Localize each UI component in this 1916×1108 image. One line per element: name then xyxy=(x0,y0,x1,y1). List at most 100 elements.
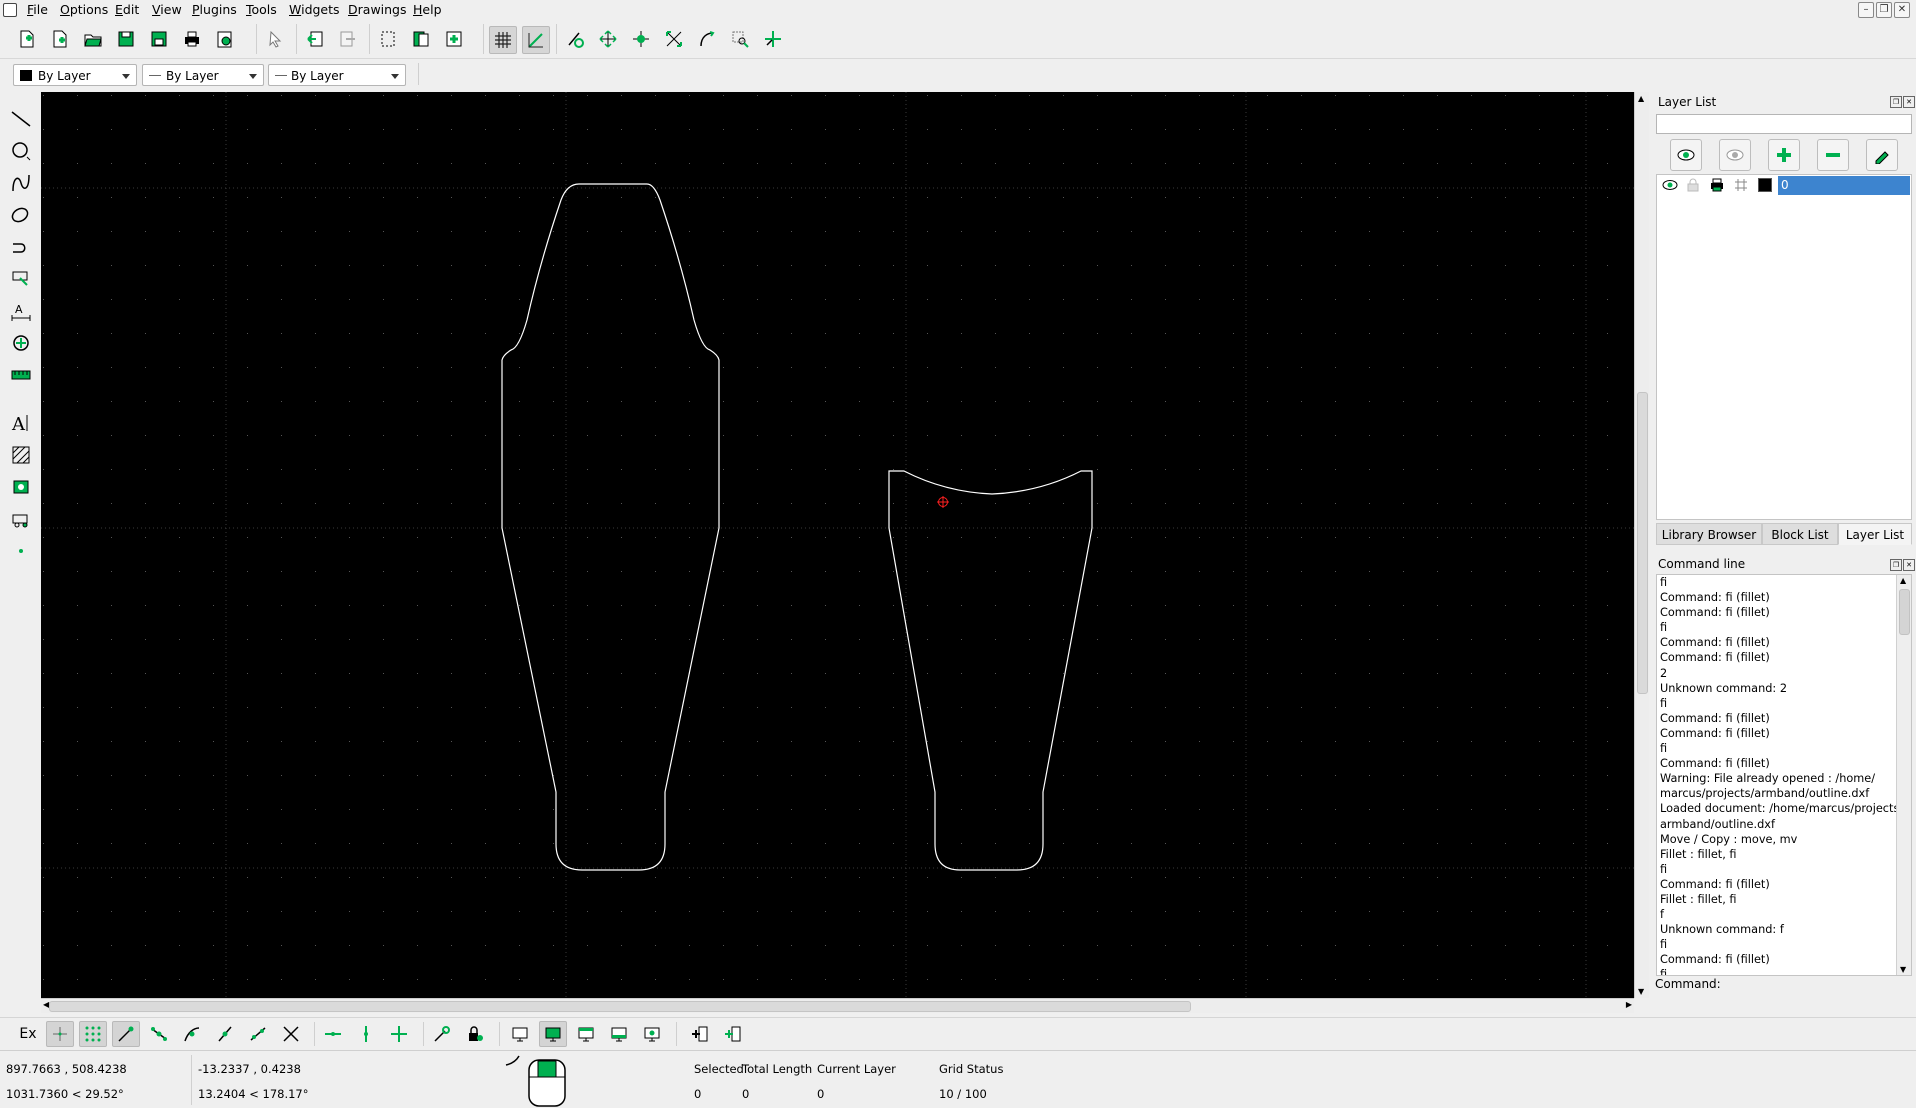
select-pointer-button[interactable] xyxy=(262,26,288,52)
scroll-up-icon[interactable]: ▲ xyxy=(1638,94,1644,103)
layer-filter-input[interactable] xyxy=(1656,114,1912,134)
command-input[interactable]: Command: xyxy=(1652,977,1916,993)
scroll-down-icon[interactable]: ▼ xyxy=(1638,987,1644,996)
print-button[interactable] xyxy=(179,26,205,52)
zoom-pan-button[interactable] xyxy=(760,26,786,52)
remove-layer-button[interactable] xyxy=(1817,139,1849,171)
new-from-template-button[interactable] xyxy=(47,26,73,52)
scroll-right-icon[interactable]: ▶ xyxy=(1626,1000,1632,1009)
paste-button[interactable] xyxy=(441,26,467,52)
tab-block-list[interactable]: Block List xyxy=(1762,523,1838,545)
select-window-button[interactable] xyxy=(375,26,401,52)
snap-intersection-button[interactable] xyxy=(277,1021,305,1047)
lock-relative-zero-button[interactable] xyxy=(461,1021,489,1047)
menu-widgets[interactable]: Widgets xyxy=(289,2,340,17)
snap-free-button[interactable] xyxy=(46,1021,74,1047)
vertical-scroll-thumb[interactable] xyxy=(1637,392,1648,694)
minimize-button[interactable]: – xyxy=(1858,2,1874,18)
select-tool-button[interactable] xyxy=(7,266,35,292)
scroll-up-icon[interactable]: ▲ xyxy=(1900,576,1906,585)
save-as-button[interactable] xyxy=(146,26,172,52)
line-width-combo[interactable]: By Layer xyxy=(142,64,264,86)
draft-mode-button[interactable] xyxy=(522,26,550,54)
curve-tool-button[interactable] xyxy=(7,170,35,196)
redraw-button[interactable] xyxy=(562,26,588,52)
copy-button[interactable] xyxy=(408,26,434,52)
point-tool-button[interactable] xyxy=(7,538,35,564)
layer-color-swatch[interactable] xyxy=(1758,178,1772,192)
layer-construction-icon[interactable] xyxy=(1734,178,1748,192)
menu-options[interactable]: Options xyxy=(60,2,108,17)
menu-view[interactable]: View xyxy=(152,2,182,17)
view-5-button[interactable] xyxy=(638,1021,666,1047)
zoom-in-button[interactable] xyxy=(595,26,621,52)
menu-plugins[interactable]: Plugins xyxy=(192,2,237,17)
command-history-scrollbar[interactable]: ▲ ▼ xyxy=(1896,575,1911,975)
undo-button[interactable] xyxy=(302,26,328,52)
line-tool-button[interactable] xyxy=(7,106,35,132)
add-layer-button[interactable] xyxy=(1768,139,1800,171)
new-file-button[interactable] xyxy=(14,26,40,52)
save-button[interactable] xyxy=(113,26,139,52)
close-command-panel-icon[interactable]: ✕ xyxy=(1903,559,1915,571)
ellipse-tool-button[interactable] xyxy=(7,202,35,228)
layer-name[interactable]: 0 xyxy=(1778,176,1910,195)
edit-layer-button[interactable] xyxy=(1866,139,1898,171)
menu-tools[interactable]: Tools xyxy=(246,2,277,17)
snap-endpoint-button[interactable] xyxy=(112,1021,140,1047)
snap-grid-button[interactable] xyxy=(79,1021,107,1047)
scroll-down-icon[interactable]: ▼ xyxy=(1900,965,1906,974)
zoom-previous-button[interactable] xyxy=(694,26,720,52)
close-window-button[interactable]: ✕ xyxy=(1894,2,1910,18)
show-all-layers-button[interactable] xyxy=(1670,139,1702,171)
insert-block-button[interactable] xyxy=(719,1021,747,1047)
layer-row[interactable]: 0 xyxy=(1658,176,1910,195)
grid-toggle-button[interactable] xyxy=(489,26,517,54)
restrict-orthogonal-button[interactable] xyxy=(385,1021,413,1047)
hide-all-layers-button[interactable] xyxy=(1719,139,1751,171)
view-1-button[interactable] xyxy=(506,1021,534,1047)
line-type-combo[interactable]: By Layer xyxy=(268,64,406,86)
color-combo[interactable]: By Layer xyxy=(13,64,137,86)
restore-button[interactable]: ❐ xyxy=(1876,2,1892,18)
snap-distance-button[interactable] xyxy=(244,1021,272,1047)
view-4-button[interactable] xyxy=(605,1021,633,1047)
polyline-tool-button[interactable] xyxy=(7,234,35,260)
view-3-button[interactable] xyxy=(572,1021,600,1047)
layer-lock-icon[interactable] xyxy=(1686,178,1700,192)
print-preview-button[interactable] xyxy=(212,26,238,52)
close-panel-icon[interactable]: ✕ xyxy=(1903,96,1915,108)
zoom-window-button[interactable] xyxy=(727,26,753,52)
redo-button[interactable] xyxy=(335,26,361,52)
exclusive-snap-button[interactable]: Ex xyxy=(14,1021,42,1047)
snap-center-button[interactable] xyxy=(178,1021,206,1047)
hatch-tool-button[interactable] xyxy=(7,442,35,468)
menu-drawings[interactable]: Drawings xyxy=(348,2,407,17)
dimension-tool-button[interactable]: A xyxy=(7,298,35,324)
snap-on-entity-button[interactable] xyxy=(145,1021,173,1047)
block-tool-button[interactable] xyxy=(7,506,35,532)
set-relative-zero-button[interactable] xyxy=(428,1021,456,1047)
view-2-button[interactable] xyxy=(539,1021,567,1047)
layer-print-icon[interactable] xyxy=(1710,178,1724,192)
modify-tool-button[interactable] xyxy=(7,330,35,356)
restrict-vertical-button[interactable] xyxy=(352,1021,380,1047)
image-tool-button[interactable] xyxy=(7,474,35,500)
vertical-scrollbar[interactable]: ▲ ▼ xyxy=(1634,92,1649,998)
menu-file[interactable]: File xyxy=(27,2,48,17)
drawing-canvas[interactable] xyxy=(41,92,1634,998)
float-command-panel-icon[interactable]: ❐ xyxy=(1890,559,1902,571)
layer-visible-eye-icon[interactable] xyxy=(1662,178,1678,192)
command-scroll-thumb[interactable] xyxy=(1899,589,1910,635)
snap-middle-button[interactable] xyxy=(211,1021,239,1047)
zoom-out-button[interactable] xyxy=(628,26,654,52)
menu-help[interactable]: Help xyxy=(413,2,442,17)
horizontal-scroll-thumb[interactable] xyxy=(49,1001,1191,1012)
zoom-auto-button[interactable] xyxy=(661,26,687,52)
float-panel-icon[interactable]: ❐ xyxy=(1890,96,1902,108)
app-icon[interactable] xyxy=(3,3,17,17)
restrict-horizontal-button[interactable] xyxy=(319,1021,347,1047)
tab-library-browser[interactable]: Library Browser xyxy=(1656,523,1762,545)
horizontal-scrollbar[interactable]: ◀ ▶ xyxy=(41,998,1634,1013)
text-tool-button[interactable]: A xyxy=(7,410,35,436)
